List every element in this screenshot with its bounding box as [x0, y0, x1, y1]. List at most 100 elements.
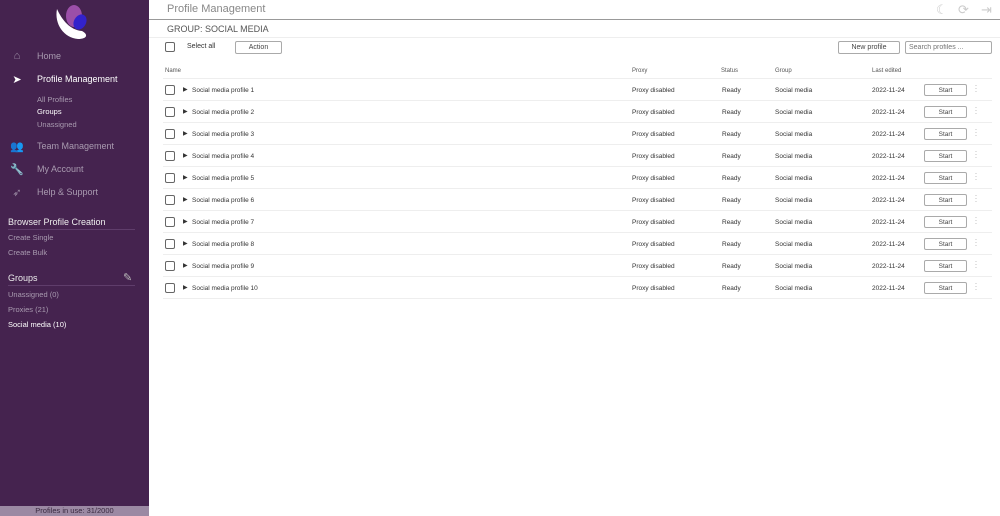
more-options-icon[interactable]: · · · [974, 169, 978, 184]
nav-team-management[interactable]: 👥 Team Management [0, 136, 149, 156]
profile-name[interactable]: Social media profile 2 [192, 109, 254, 116]
row-checkbox[interactable] [165, 217, 175, 227]
table-row: ▶ Social media profile 4 Proxy disabled … [163, 144, 992, 166]
proxy-cell: Proxy disabled [632, 153, 675, 160]
expand-arrow-icon[interactable]: ▶ [183, 284, 188, 291]
more-options-icon[interactable]: · · · [974, 147, 978, 162]
expand-arrow-icon[interactable]: ▶ [183, 174, 188, 181]
profile-name[interactable]: Social media profile 5 [192, 175, 254, 182]
row-checkbox[interactable] [165, 261, 175, 271]
expand-arrow-icon[interactable]: ▶ [183, 196, 188, 203]
profile-name[interactable]: Social media profile 9 [192, 263, 254, 270]
start-button[interactable]: Start [924, 84, 967, 96]
header-name[interactable]: Name [165, 68, 181, 74]
group-cell: Social media [775, 175, 813, 182]
group-social-media[interactable]: Social media (10) [8, 320, 66, 329]
start-button[interactable]: Start [924, 238, 967, 250]
edit-groups-icon[interactable]: ✎ [123, 271, 132, 284]
header-proxy[interactable]: Proxy [632, 68, 647, 74]
browser-profile-creation-heading: Browser Profile Creation [8, 217, 135, 230]
refresh-icon[interactable]: ⟳ [958, 2, 969, 18]
last-edited-cell: 2022-11-24 [872, 153, 905, 160]
start-button[interactable]: Start [924, 150, 967, 162]
table-row: ▶ Social media profile 10 Proxy disabled… [163, 276, 992, 298]
expand-arrow-icon[interactable]: ▶ [183, 262, 188, 269]
action-button[interactable]: Action [235, 41, 282, 54]
sub-all-profiles[interactable]: All Profiles [37, 95, 72, 104]
expand-arrow-icon[interactable]: ▶ [183, 152, 188, 159]
profile-name[interactable]: Social media profile 7 [192, 219, 254, 226]
group-cell: Social media [775, 109, 813, 116]
group-cell: Social media [775, 153, 813, 160]
start-button[interactable]: Start [924, 194, 967, 206]
group-proxies[interactable]: Proxies (21) [8, 305, 48, 314]
more-options-icon[interactable]: · · · [974, 257, 978, 272]
app-logo [56, 5, 87, 39]
start-button[interactable]: Start [924, 106, 967, 118]
group-unassigned[interactable]: Unassigned (0) [8, 290, 59, 299]
row-checkbox[interactable] [165, 173, 175, 183]
more-options-icon[interactable]: · · · [974, 103, 978, 118]
header-last-edited[interactable]: Last edited [872, 68, 901, 74]
last-edited-cell: 2022-11-24 [872, 241, 905, 248]
more-options-icon[interactable]: · · · [974, 81, 978, 96]
start-button[interactable]: Start [924, 216, 967, 228]
row-checkbox[interactable] [165, 151, 175, 161]
select-all-checkbox[interactable] [165, 42, 175, 52]
create-single-link[interactable]: Create Single [8, 233, 53, 242]
last-edited-cell: 2022-11-24 [872, 197, 905, 204]
profile-name[interactable]: Social media profile 6 [192, 197, 254, 204]
table-row: ▶ Social media profile 1 Proxy disabled … [163, 78, 992, 100]
profile-name[interactable]: Social media profile 4 [192, 153, 254, 160]
create-bulk-link[interactable]: Create Bulk [8, 248, 47, 257]
proxy-cell: Proxy disabled [632, 241, 675, 248]
header-status[interactable]: Status [721, 68, 738, 74]
sub-groups[interactable]: Groups [37, 107, 62, 116]
proxy-cell: Proxy disabled [632, 109, 675, 116]
proxy-cell: Proxy disabled [632, 263, 675, 270]
nav-help-support[interactable]: ➶ Help & Support [0, 182, 149, 202]
start-button[interactable]: Start [924, 260, 967, 272]
profile-name[interactable]: Social media profile 1 [192, 87, 254, 94]
logout-icon[interactable]: ⇥ [981, 2, 992, 18]
start-button[interactable]: Start [924, 282, 967, 294]
moon-icon[interactable]: ☾ [936, 2, 948, 18]
nav-home[interactable]: ⌂ Home [0, 46, 149, 66]
search-profiles-input[interactable] [905, 41, 992, 54]
status-cell: Ready [722, 131, 741, 138]
send-icon: ➶ [12, 186, 22, 199]
home-icon: ⌂ [13, 50, 21, 62]
more-options-icon[interactable]: · · · [974, 191, 978, 206]
new-profile-button[interactable]: New profile [838, 41, 900, 54]
expand-arrow-icon[interactable]: ▶ [183, 240, 188, 247]
row-checkbox[interactable] [165, 85, 175, 95]
expand-arrow-icon[interactable]: ▶ [183, 86, 188, 93]
group-cell: Social media [775, 285, 813, 292]
row-checkbox[interactable] [165, 283, 175, 293]
start-button[interactable]: Start [924, 128, 967, 140]
status-cell: Ready [722, 263, 741, 270]
sub-unassigned[interactable]: Unassigned [37, 120, 77, 129]
more-options-icon[interactable]: · · · [974, 125, 978, 140]
more-options-icon[interactable]: · · · [974, 235, 978, 250]
row-checkbox[interactable] [165, 129, 175, 139]
expand-arrow-icon[interactable]: ▶ [183, 108, 188, 115]
more-options-icon[interactable]: · · · [974, 213, 978, 228]
start-button[interactable]: Start [924, 172, 967, 184]
expand-arrow-icon[interactable]: ▶ [183, 218, 188, 225]
group-cell: Social media [775, 219, 813, 226]
nav-profile-management[interactable]: ➤ Profile Management [0, 69, 149, 89]
table-row: ▶ Social media profile 9 Proxy disabled … [163, 254, 992, 276]
profile-name[interactable]: Social media profile 8 [192, 241, 254, 248]
profile-name[interactable]: Social media profile 3 [192, 131, 254, 138]
row-checkbox[interactable] [165, 107, 175, 117]
nav-my-account[interactable]: 🔧 My Account [0, 159, 149, 179]
header-group[interactable]: Group [775, 68, 792, 74]
wrench-icon: 🔧 [10, 163, 24, 176]
expand-arrow-icon[interactable]: ▶ [183, 130, 188, 137]
more-options-icon[interactable]: · · · [974, 279, 978, 294]
profile-name[interactable]: Social media profile 10 [192, 285, 258, 292]
row-checkbox[interactable] [165, 195, 175, 205]
row-checkbox[interactable] [165, 239, 175, 249]
group-cell: Social media [775, 87, 813, 94]
